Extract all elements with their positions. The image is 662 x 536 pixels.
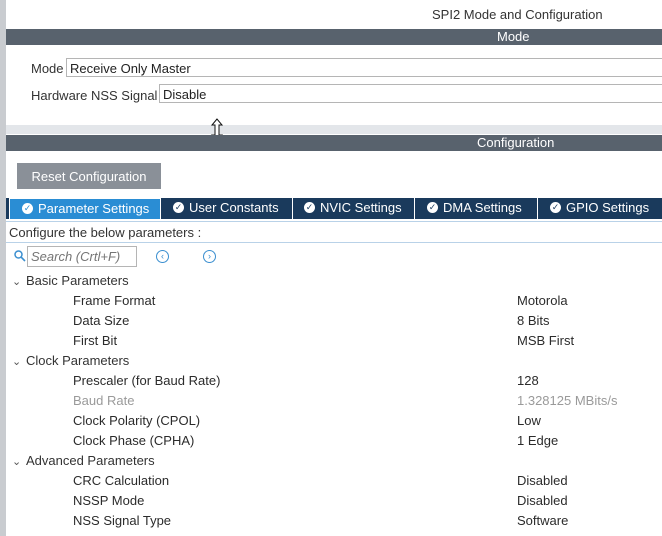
param-name: Data Size — [73, 313, 130, 328]
group-label: Clock Parameters — [26, 353, 130, 368]
chevron-down-icon: ⌄ — [12, 356, 22, 368]
param-value[interactable]: 8 Bits — [517, 311, 550, 331]
hardware-nss-select[interactable]: Disable — [159, 84, 662, 103]
param-name: Clock Phase (CPHA) — [73, 433, 195, 448]
check-circle-icon: ✓ — [173, 202, 184, 214]
group-clock-parameters[interactable]: ⌄ Clock Parameters — [12, 351, 129, 371]
tab-dma-settings[interactable]: ✓ DMA Settings — [415, 198, 538, 219]
param-name: Frame Format — [73, 293, 156, 308]
check-circle-icon: ✓ — [304, 202, 315, 214]
param-value[interactable]: Disabled — [517, 471, 568, 491]
tab-label: User Constants — [189, 200, 279, 215]
page-title: SPI2 Mode and Configuration — [432, 7, 603, 22]
param-value[interactable]: Disabled — [517, 491, 568, 511]
left-window-edge — [0, 0, 6, 536]
mode-section-header: Mode — [6, 29, 662, 45]
param-name: Clock Polarity (CPOL) — [73, 413, 201, 428]
mode-label: Mode — [31, 61, 64, 76]
param-value[interactable]: Motorola — [517, 291, 568, 311]
param-value[interactable]: Low — [517, 411, 541, 431]
tab-label: Parameter Settings — [38, 201, 150, 216]
tab-parameter-settings[interactable]: ✓ Parameter Settings — [9, 198, 161, 219]
chevron-down-icon: ⌄ — [12, 456, 22, 468]
param-name: NSS Signal Type — [73, 513, 172, 528]
check-circle-icon: ✓ — [22, 203, 33, 215]
chevron-down-icon: ⌄ — [12, 276, 22, 288]
tab-label: NVIC Settings — [320, 200, 402, 215]
reset-configuration-button[interactable]: Reset Configuration — [17, 163, 161, 189]
check-circle-icon: ✓ — [427, 202, 438, 214]
tab-nvic-settings[interactable]: ✓ NVIC Settings — [293, 198, 415, 219]
search-input[interactable] — [27, 246, 137, 267]
info-text: Configure the below parameters : — [9, 225, 202, 240]
param-value: 1.328125 MBits/s — [517, 393, 618, 408]
group-label: Basic Parameters — [26, 273, 129, 288]
configuration-section-title: Configuration — [477, 135, 555, 150]
mode-section-title: Mode — [497, 29, 530, 44]
param-name: Prescaler (for Baud Rate) — [73, 373, 221, 388]
tab-label: DMA Settings — [443, 200, 522, 215]
search-previous-icon[interactable]: ‹ — [156, 250, 169, 263]
group-label: Advanced Parameters — [26, 453, 155, 468]
param-name: NSSP Mode — [73, 493, 145, 508]
param-value[interactable]: 1 Edge — [517, 431, 558, 451]
search-icon — [14, 250, 26, 262]
group-basic-parameters[interactable]: ⌄ Basic Parameters — [12, 271, 129, 291]
param-name: CRC Calculation — [73, 473, 170, 488]
panel-splitter[interactable] — [6, 125, 662, 134]
param-name: First Bit — [73, 333, 118, 348]
param-value[interactable]: MSB First — [517, 331, 574, 351]
configuration-section-header: Configuration — [6, 135, 662, 151]
tab-label: GPIO Settings — [566, 200, 650, 215]
mode-select[interactable]: Receive Only Master — [66, 58, 662, 77]
param-value[interactable]: 128 — [517, 371, 539, 391]
param-name: Baud Rate — [73, 393, 135, 408]
tab-user-constants[interactable]: ✓ User Constants — [161, 198, 293, 219]
param-value[interactable]: Software — [517, 511, 568, 531]
tab-gpio-settings[interactable]: ✓ GPIO Settings — [538, 198, 662, 219]
check-circle-icon: ✓ — [550, 202, 561, 214]
group-advanced-parameters[interactable]: ⌄ Advanced Parameters — [12, 451, 155, 471]
search-next-icon[interactable]: › — [203, 250, 216, 263]
hardware-nss-label: Hardware NSS Signal — [31, 88, 158, 103]
